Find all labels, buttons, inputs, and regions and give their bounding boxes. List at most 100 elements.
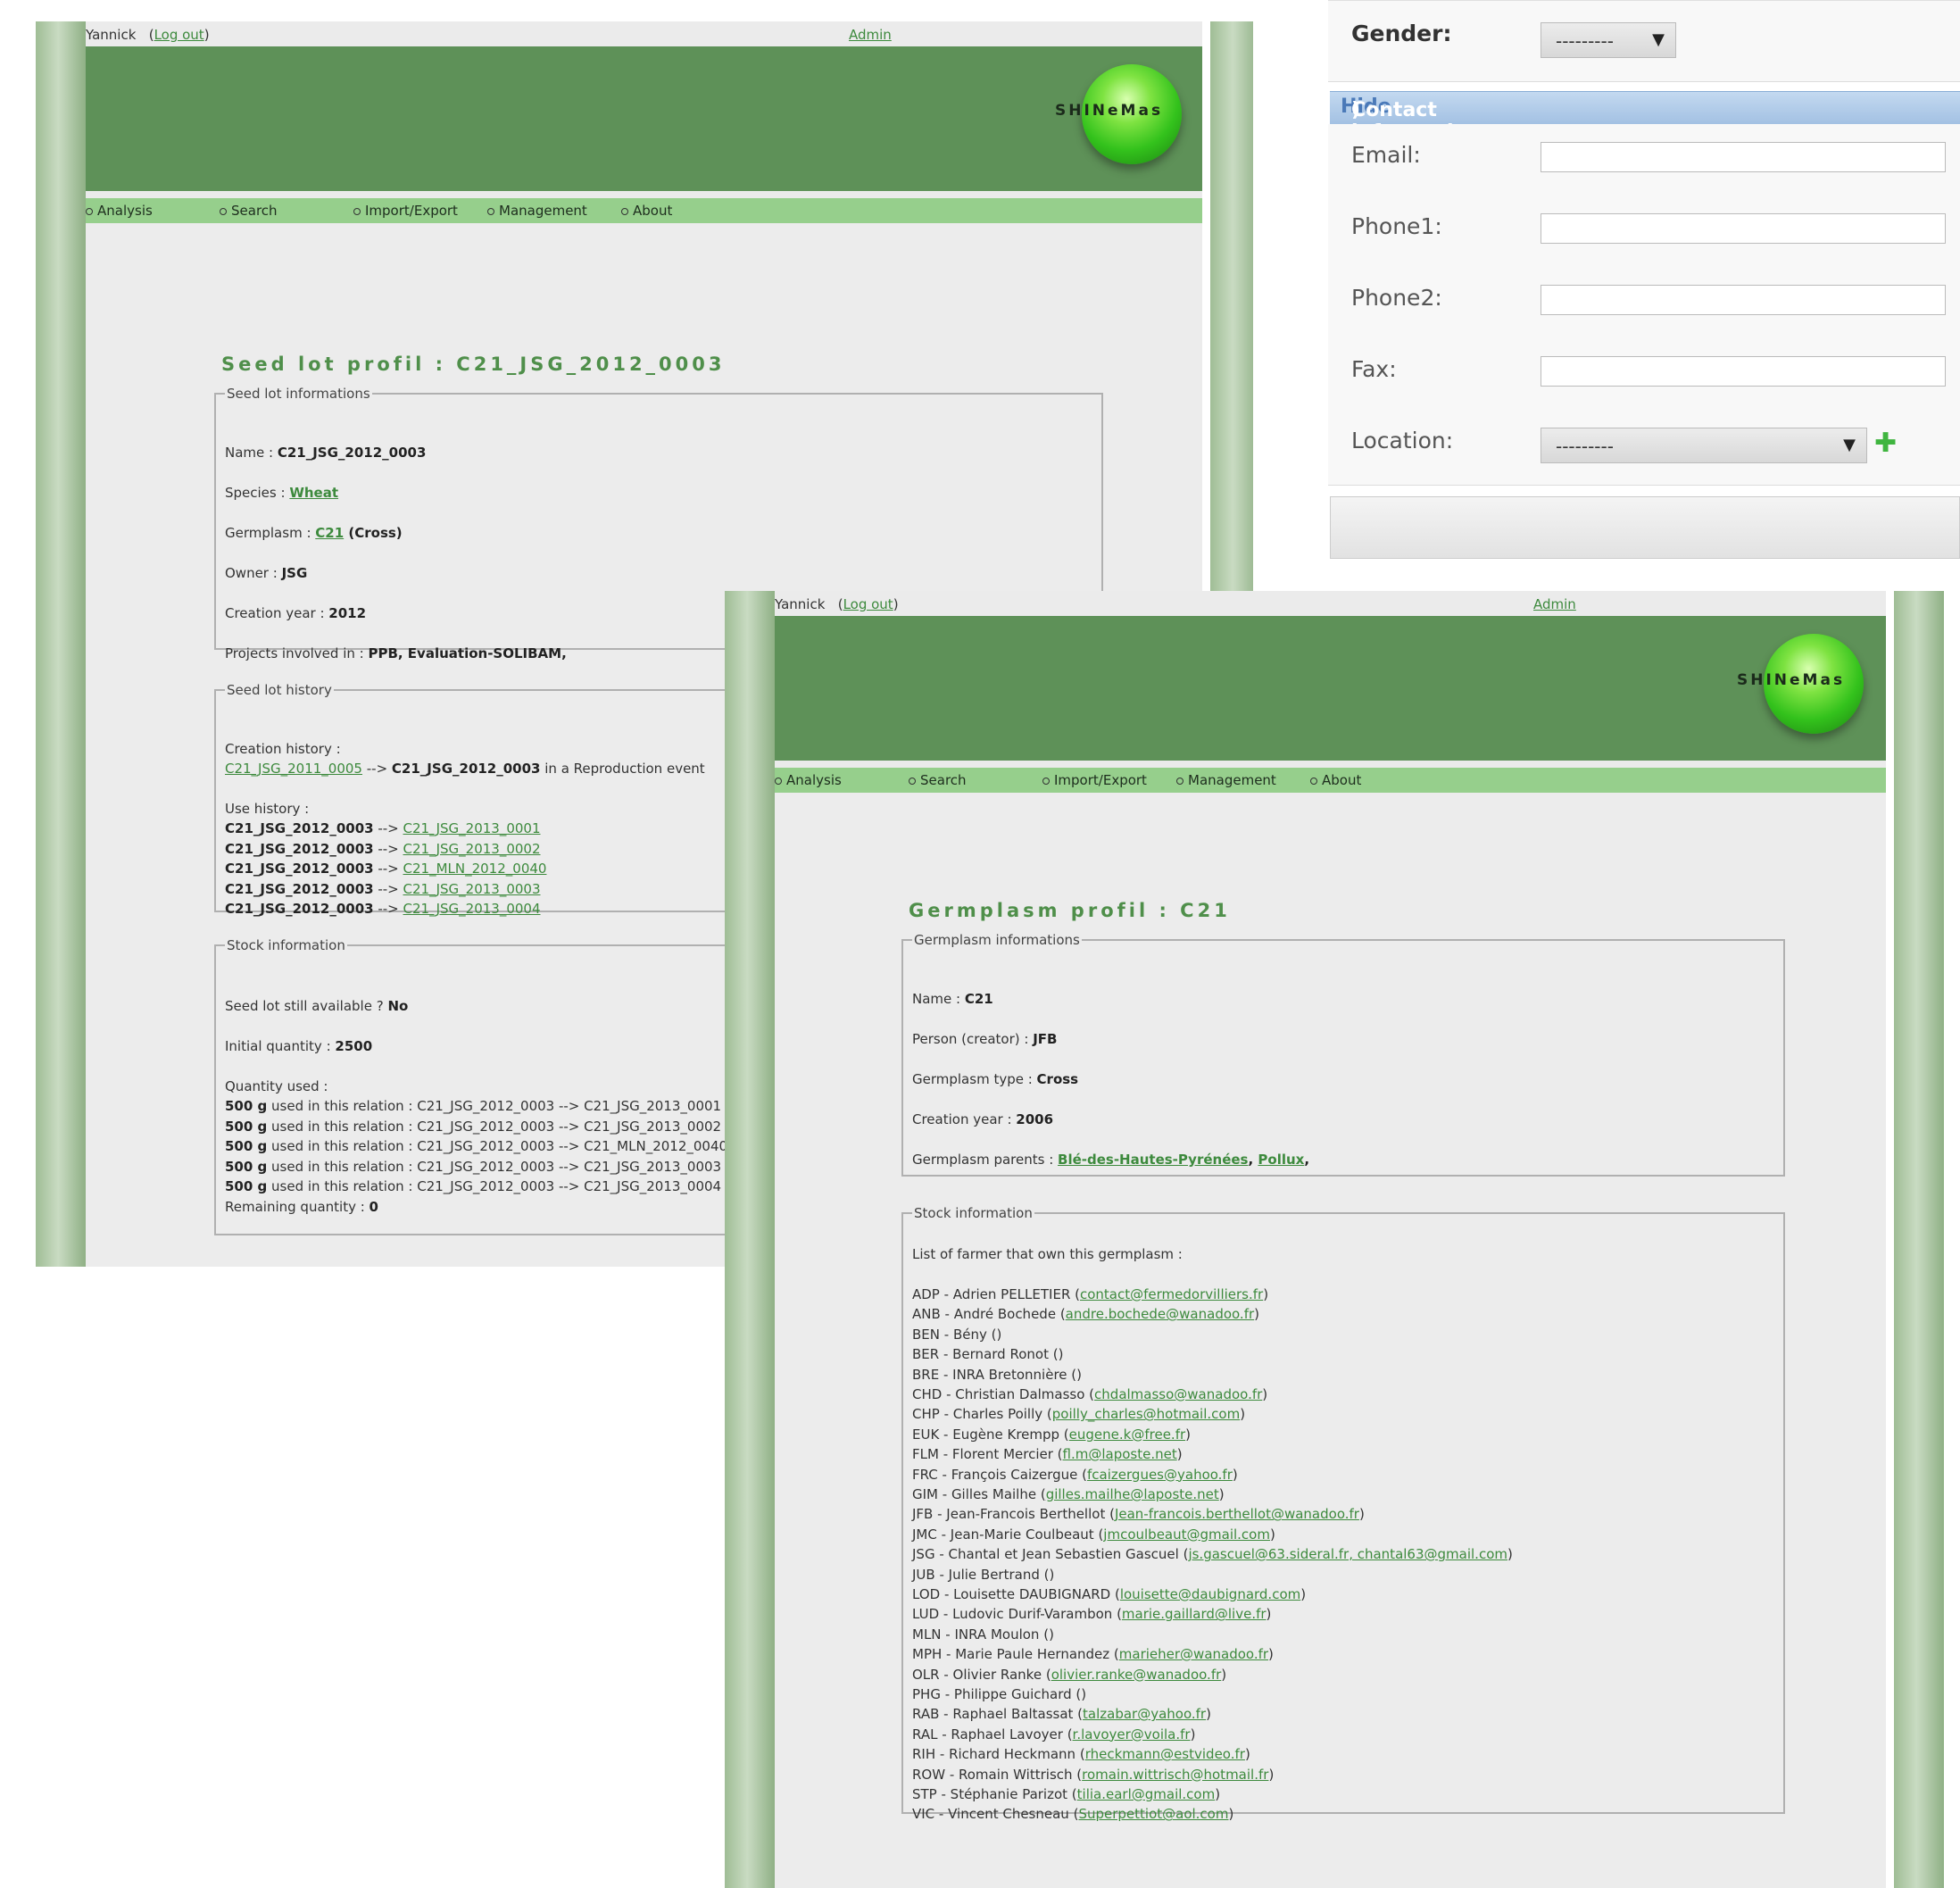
bullet-icon xyxy=(1042,777,1050,785)
seedlot-link[interactable]: C21_JSG_2013_0003 xyxy=(403,881,541,897)
farmer-row: PHG - Philippe Guichard () xyxy=(912,1686,1087,1702)
farmer-row: JSG - Chantal et Jean Sebastien Gascuel … xyxy=(912,1546,1513,1563)
logout-link[interactable]: Log out xyxy=(843,596,893,612)
farmer-row: ADP - Adrien PELLETIER (contact@fermedor… xyxy=(912,1286,1269,1302)
farmer-email-link[interactable]: gilles.mailhe@laposte.net xyxy=(1046,1486,1219,1502)
seedlot-link[interactable]: C21_JSG_2013_0001 xyxy=(403,820,541,836)
fieldset-legend: Germplasm informations xyxy=(914,932,1080,948)
farmer-row: VIC - Vincent Chesneau (Superpettiot@aol… xyxy=(912,1806,1234,1823)
phone1-field[interactable] xyxy=(1541,213,1946,244)
quantity-used-row: 500 g used in this relation : C21_JSG_20… xyxy=(225,1138,728,1154)
user-name: Yannick xyxy=(86,27,137,43)
admin-link[interactable]: Admin xyxy=(849,27,892,43)
gender-select[interactable]: --------- ▼ xyxy=(1541,22,1676,58)
germplasm-link[interactable]: C21 xyxy=(315,525,344,541)
field-projects: Projects involved in : PPB, Evaluation-S… xyxy=(225,645,567,661)
creation-source-link[interactable]: C21_JSG_2011_0005 xyxy=(225,761,362,777)
left-border xyxy=(725,591,775,1888)
menu-about[interactable]: About xyxy=(621,203,672,219)
farmer-email-link[interactable]: andre.bochede@wanadoo.fr xyxy=(1066,1306,1254,1322)
menu-about[interactable]: About xyxy=(1310,772,1361,788)
farmer-row: BER - Bernard Ronot () xyxy=(912,1346,1064,1363)
farmer-email-link[interactable]: fcaizergues@yahoo.fr xyxy=(1087,1467,1233,1483)
admin-link[interactable]: Admin xyxy=(1533,596,1576,612)
farmer-row: GIM - Gilles Mailhe (gilles.mailhe@lapos… xyxy=(912,1486,1225,1502)
farmer-email-link[interactable]: romain.wittrisch@hotmail.fr xyxy=(1082,1767,1268,1783)
quantity-used-row: 500 g used in this relation : C21_JSG_20… xyxy=(225,1178,722,1194)
fax-label: Fax: xyxy=(1351,356,1397,382)
farmer-row: MLN - INRA Moulon () xyxy=(912,1626,1054,1643)
use-history-row: C21_JSG_2012_0003 --> C21_JSG_2013_0002 xyxy=(225,840,541,857)
phone2-field[interactable] xyxy=(1541,285,1946,315)
farmer-email-link[interactable]: js.gascuel@63.sideral.fr, chantal63@gmai… xyxy=(1188,1546,1507,1562)
main-menu: Analysis Search Import/Export Management… xyxy=(86,198,1202,223)
gender-label: Gender: xyxy=(1351,21,1452,46)
parent-link[interactable]: Pollux xyxy=(1258,1152,1304,1168)
menu-management[interactable]: Management xyxy=(487,203,587,219)
farmer-email-link[interactable]: chdalmasso@wanadoo.fr xyxy=(1094,1386,1262,1402)
page-title: Seed lot profil : C21_JSG_2012_0003 xyxy=(221,353,726,375)
menu-import-export[interactable]: Import/Export xyxy=(1042,772,1147,788)
seedlot-link[interactable]: C21_JSG_2013_0002 xyxy=(403,841,541,857)
quantity-used-row: 500 g used in this relation : C21_JSG_20… xyxy=(225,1158,722,1175)
menu-search[interactable]: Search xyxy=(220,203,278,219)
farmer-email-link[interactable]: louisette@daubignard.com xyxy=(1120,1586,1300,1602)
menu-analysis[interactable]: Analysis xyxy=(775,772,842,788)
farmer-email-link[interactable]: tilia.earl@gmail.com xyxy=(1077,1786,1216,1802)
seedlot-link[interactable]: C21_MLN_2012_0040 xyxy=(403,861,547,877)
header-banner: SHINeMas xyxy=(86,46,1202,191)
email-row: Email: xyxy=(1328,124,1960,196)
page-frame: Yannick (Log out) Admin SHINeMas Analysi… xyxy=(775,591,1886,1888)
farmer-email-link[interactable]: poilly_charles@hotmail.com xyxy=(1052,1406,1240,1422)
use-history-label: Use history : xyxy=(225,801,310,817)
species-link[interactable]: Wheat xyxy=(289,485,338,501)
farmer-row: STP - Stéphanie Parizot (tilia.earl@gmai… xyxy=(912,1786,1221,1802)
farmer-row: RIH - Richard Heckmann (rheckmann@estvid… xyxy=(912,1746,1250,1763)
field-remaining-quantity: Remaining quantity : 0 xyxy=(225,1199,378,1215)
field-available: Seed lot still available ? No xyxy=(225,998,409,1014)
farmer-email-link[interactable]: olivier.ranke@wanadoo.fr xyxy=(1051,1667,1222,1683)
farmer-email-link[interactable]: marieher@wanadoo.fr xyxy=(1119,1646,1268,1662)
farmer-row: CHP - Charles Poilly (poilly_charles@hot… xyxy=(912,1406,1246,1423)
field-creation-year: Creation year : 2006 xyxy=(912,1111,1054,1127)
email-field[interactable] xyxy=(1541,142,1946,172)
location-select[interactable]: --------- ▼ xyxy=(1541,428,1867,463)
quantity-used-row: 500 g used in this relation : C21_JSG_20… xyxy=(225,1098,722,1114)
bullet-icon xyxy=(220,207,227,215)
farmer-email-link[interactable]: marie.gaillard@live.fr xyxy=(1122,1606,1267,1622)
farmer-row: ROW - Romain Wittrisch (romain.wittrisch… xyxy=(912,1766,1275,1783)
menu-search[interactable]: Search xyxy=(909,772,967,788)
field-species: Species : Wheat xyxy=(225,485,339,501)
farmer-email-link[interactable]: contact@fermedorvilliers.fr xyxy=(1080,1286,1263,1302)
farmer-email-link[interactable]: Superpettiot@aol.com xyxy=(1078,1806,1228,1822)
seedlot-link[interactable]: C21_JSG_2013_0004 xyxy=(403,901,541,917)
bullet-icon xyxy=(353,207,361,215)
phone1-row: Phone1: xyxy=(1328,195,1960,268)
fieldset-legend: Stock information xyxy=(227,937,345,953)
farmer-email-link[interactable]: Jean-francois.berthellot@wanadoo.fr xyxy=(1115,1506,1359,1522)
fax-field[interactable] xyxy=(1541,356,1946,387)
farmer-email-link[interactable]: r.lavoyer@voila.fr xyxy=(1073,1726,1191,1742)
farmer-row: EUK - Eugène Krempp (eugene.k@free.fr) xyxy=(912,1426,1191,1443)
farmer-row: BEN - Bény () xyxy=(912,1326,1002,1343)
menu-management[interactable]: Management xyxy=(1176,772,1276,788)
menu-import-export[interactable]: Import/Export xyxy=(353,203,458,219)
use-history-row: C21_JSG_2012_0003 --> C21_JSG_2013_0004 xyxy=(225,901,541,917)
field-parents: Germplasm parents : Blé-des-Hautes-Pyrén… xyxy=(912,1152,1310,1168)
farmers-list-label: List of farmer that own this germplasm : xyxy=(912,1246,1183,1262)
bullet-icon xyxy=(487,207,494,215)
bullet-icon xyxy=(1176,777,1183,785)
farmer-email-link[interactable]: rheckmann@estvideo.fr xyxy=(1085,1746,1245,1762)
logout-link[interactable]: Log out xyxy=(154,27,204,43)
farmer-email-link[interactable]: eugene.k@free.fr xyxy=(1069,1426,1185,1443)
use-history-row: C21_JSG_2012_0003 --> C21_MLN_2012_0040 xyxy=(225,861,547,877)
menu-analysis[interactable]: Analysis xyxy=(86,203,153,219)
farmer-email-link[interactable]: jmcoulbeaut@gmail.com xyxy=(1103,1526,1270,1543)
farmer-row: OLR - Olivier Ranke (olivier.ranke@wanad… xyxy=(912,1666,1227,1683)
farmer-email-link[interactable]: talzabar@yahoo.fr xyxy=(1083,1706,1206,1722)
parent-link[interactable]: Blé-des-Hautes-Pyrénées xyxy=(1058,1152,1248,1168)
location-label: Location: xyxy=(1351,428,1454,453)
add-location-icon[interactable]: ✚ xyxy=(1874,428,1897,459)
farmer-email-link[interactable]: fl.m@laposte.net xyxy=(1063,1446,1177,1462)
bullet-icon xyxy=(86,207,93,215)
